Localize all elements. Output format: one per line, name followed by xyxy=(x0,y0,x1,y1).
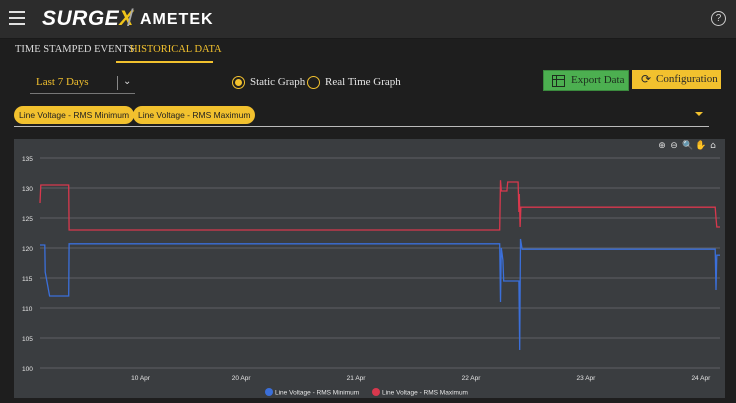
y-tick-label: 100 xyxy=(22,366,33,373)
export-data-button[interactable]: Export Data xyxy=(543,70,629,91)
y-tick-label: 120 xyxy=(22,246,33,253)
magnifier-icon[interactable]: 🔍 xyxy=(682,141,693,151)
y-tick-label: 105 xyxy=(22,336,33,343)
series-line-rms-minimum xyxy=(40,238,720,351)
real-time-graph-radio[interactable] xyxy=(307,76,320,89)
zoom-in-icon[interactable]: ⊕ xyxy=(657,141,667,151)
pan-hand-icon[interactable]: ✋ xyxy=(695,141,706,151)
legend-label[interactable]: Line Voltage - RMS Minimum xyxy=(275,390,359,397)
y-tick-label: 115 xyxy=(22,276,33,283)
select-divider xyxy=(117,76,118,90)
help-icon[interactable]: ? xyxy=(711,11,726,26)
y-tick-label: 130 xyxy=(22,186,33,193)
refresh-icon: ⟳ xyxy=(641,72,652,86)
series-chip-rms-maximum[interactable]: Line Voltage - RMS Maximum xyxy=(133,106,256,124)
chevron-down-icon[interactable] xyxy=(695,112,703,116)
x-tick-label: 22 Apr xyxy=(462,375,482,382)
active-tab-indicator xyxy=(116,61,213,63)
zoom-out-icon[interactable]: ⊖ xyxy=(669,141,679,151)
y-tick-label: 125 xyxy=(22,216,33,223)
home-reset-icon[interactable]: ⌂ xyxy=(708,141,718,151)
period-select[interactable]: Last 7 Days ⌄ xyxy=(30,73,135,94)
chart-toolbar: ⊕ ⊖ 🔍 ✋ ⌂ xyxy=(657,141,721,153)
x-tick-label: 10 Apr xyxy=(131,375,151,382)
logo-divider: / xyxy=(127,5,134,32)
legend-swatch xyxy=(265,388,273,396)
legend-swatch xyxy=(372,388,380,396)
tab-bar: TIME STAMPED EVENTS HISTORICAL DATA xyxy=(0,39,736,63)
tab-time-stamped-events[interactable]: TIME STAMPED EVENTS xyxy=(15,39,134,63)
static-graph-label[interactable]: Static Graph xyxy=(250,76,305,88)
x-tick-label: 24 Apr xyxy=(691,375,711,382)
x-tick-label: 20 Apr xyxy=(232,375,252,382)
app-header: SURGEX / AMETEK ? xyxy=(0,0,736,39)
ametek-logo: AMETEK xyxy=(140,11,214,28)
configuration-button[interactable]: ⟳ Configuration xyxy=(632,70,721,89)
tab-historical-data[interactable]: HISTORICAL DATA xyxy=(130,39,222,63)
period-value[interactable]: Last 7 Days xyxy=(36,76,89,88)
series-chip-rms-minimum[interactable]: Line Voltage - RMS Minimum xyxy=(14,106,135,124)
real-time-graph-label[interactable]: Real Time Graph xyxy=(325,76,401,88)
legend-label[interactable]: Line Voltage - RMS Maximum xyxy=(382,390,468,397)
chevron-down-icon[interactable]: ⌄ xyxy=(123,76,131,87)
export-data-label: Export Data xyxy=(571,74,625,86)
hamburger-menu-icon[interactable] xyxy=(9,11,25,25)
table-icon xyxy=(552,75,565,87)
x-tick-label: 21 Apr xyxy=(347,375,367,382)
x-tick-label: 23 Apr xyxy=(577,375,597,382)
surgex-logo: SURGEX xyxy=(42,7,134,30)
voltage-chart: ⊕ ⊖ 🔍 ✋ ⌂ 135 130 125 120 115 110 105 100 10 Apr… xyxy=(14,139,725,398)
y-tick-label: 110 xyxy=(22,306,33,313)
static-graph-radio[interactable] xyxy=(232,76,245,89)
y-tick-label: 135 xyxy=(22,156,33,163)
configuration-label: Configuration xyxy=(656,73,718,85)
chart-plot[interactable]: 135 130 125 120 115 110 105 100 10 Apr 20 Apr 21 A… xyxy=(14,139,725,398)
series-selector[interactable]: Line Voltage - RMS Minimum Line Voltage … xyxy=(14,104,709,127)
